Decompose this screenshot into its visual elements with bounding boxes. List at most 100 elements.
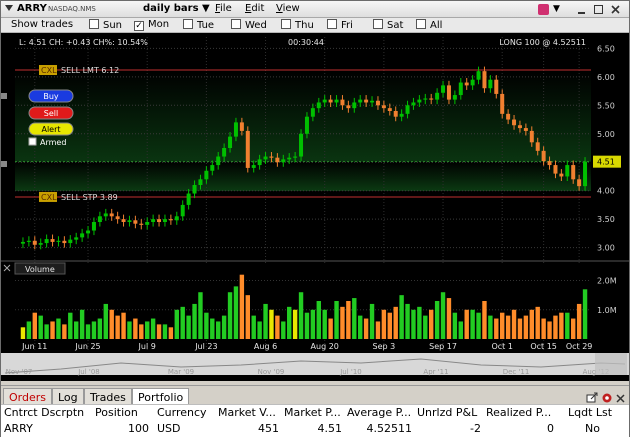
column-header[interactable]: Cntrct Dscrptn [4, 406, 84, 419]
bar-type-dropdown[interactable]: daily bars ▼ [143, 3, 210, 14]
price-chart[interactable]: 6.506.005.505.004.504.003.503.00CXLSELL … [1, 33, 629, 381]
vol-tick-label: 2.0M [597, 277, 617, 286]
day-checkbox-wed[interactable]: Wed [231, 19, 267, 31]
navigator-handle[interactable] [595, 353, 627, 375]
column-header[interactable]: Market V... [218, 406, 276, 419]
volume-bar [399, 295, 404, 339]
column-header[interactable]: Unrlzd P&L [417, 406, 477, 419]
column-header[interactable]: Realized P... [486, 406, 551, 419]
candle [352, 102, 357, 109]
day-checkbox-sun[interactable]: Sun [89, 19, 122, 31]
x-tick-label: Jul 9 [138, 342, 156, 351]
volume-bar [369, 303, 375, 339]
column-header[interactable]: Lqdt Lst [568, 406, 612, 419]
checkbox-icon[interactable] [89, 19, 99, 29]
day-checkbox-sat[interactable]: Sat [373, 19, 403, 31]
candle [500, 93, 505, 114]
candle [151, 219, 156, 222]
window-icon[interactable] [4, 3, 14, 16]
candle [405, 105, 410, 114]
column-header[interactable]: Currency [157, 406, 207, 419]
volume-bar [334, 301, 339, 339]
candle [269, 156, 274, 158]
candle [91, 222, 96, 231]
candle [115, 216, 120, 220]
checkbox-icon[interactable] [327, 19, 337, 29]
checkbox-icon[interactable]: ✓ [134, 21, 144, 31]
candle [370, 100, 375, 103]
candle [375, 100, 380, 106]
symbol-label[interactable]: ARRY [17, 3, 47, 14]
y-tick-label: 3.00 [597, 244, 615, 253]
link-dropdown-icon[interactable]: ▼ [553, 4, 564, 15]
candle [145, 222, 150, 225]
volume-bar [245, 295, 250, 339]
checkbox-icon[interactable] [281, 19, 291, 29]
table-row[interactable]: ARRY 100 USD 451 4.51 4.52511 -2 0 No [1, 421, 629, 437]
volume-bar [470, 309, 475, 339]
candle [222, 148, 227, 157]
chart-area[interactable]: 6.506.005.505.004.504.003.503.00CXLSELL … [1, 33, 629, 381]
left-handle-icon[interactable] [1, 161, 7, 167]
day-checkbox-mon[interactable]: ✓ Mon [134, 19, 169, 31]
column-header[interactable]: Position [95, 406, 138, 419]
volume-bar [363, 318, 369, 339]
candle [275, 157, 280, 163]
day-checkbox-all[interactable]: All [416, 19, 442, 31]
position-band [15, 161, 591, 191]
volume-bar [541, 318, 546, 339]
menu-edit[interactable]: Edit [245, 3, 264, 14]
volume-bar [139, 324, 144, 339]
candle [328, 99, 333, 103]
candle [56, 240, 61, 242]
column-header[interactable]: Average P... [347, 406, 411, 419]
candle [26, 240, 31, 242]
vol-tick-label: 1.0M [597, 306, 617, 315]
y-tick-label: 6.00 [597, 73, 615, 82]
candle [228, 136, 233, 148]
candle [293, 156, 298, 158]
left-handle-icon[interactable] [1, 93, 7, 99]
tab-log[interactable]: Log [52, 388, 84, 405]
link-color-icon[interactable] [538, 4, 549, 15]
checkbox-icon[interactable] [183, 19, 193, 29]
candle [287, 157, 292, 160]
table-cell: 451 [258, 422, 279, 435]
volume-bar [251, 315, 256, 339]
maximize-icon[interactable] [593, 4, 604, 15]
volume-bar [429, 309, 434, 339]
candle [263, 156, 268, 160]
exchange-label: NASDAQ.NMS [48, 5, 96, 13]
tab-portfolio[interactable]: Portfolio [132, 388, 190, 405]
volume-bar [150, 318, 156, 339]
volume-bar [26, 321, 32, 339]
tab-orders[interactable]: Orders [3, 388, 52, 405]
volume-bar [216, 321, 221, 339]
close-icon[interactable] [610, 4, 621, 15]
close-panel-icon[interactable] [3, 264, 11, 272]
column-header[interactable]: Market P... [284, 406, 341, 419]
candle [364, 99, 369, 103]
volume-bar [517, 318, 523, 339]
candle [565, 165, 570, 177]
volume-bar [547, 321, 552, 339]
volume-bar [476, 312, 481, 339]
armed-checkbox[interactable] [28, 137, 37, 146]
candle [251, 165, 256, 168]
checkbox-icon[interactable] [373, 19, 383, 29]
menu-view[interactable]: View [276, 3, 300, 14]
volume-bar [62, 324, 67, 339]
volume-bar [198, 292, 203, 339]
day-checkbox-tue[interactable]: Tue [183, 19, 214, 31]
menu-file[interactable]: File [215, 3, 232, 14]
sell-button-label: Sell [44, 109, 58, 118]
x-tick-label: Aug 6 [254, 342, 277, 351]
minimize-icon[interactable] [576, 4, 587, 15]
checkbox-icon[interactable] [416, 19, 426, 29]
x-tick-label: Jun 25 [74, 342, 100, 351]
checkbox-icon[interactable] [231, 19, 241, 29]
day-checkbox-thu[interactable]: Thu [281, 19, 314, 31]
day-checkbox-fri[interactable]: Fri [327, 19, 353, 31]
candle [322, 99, 327, 103]
tab-trades[interactable]: Trades [84, 388, 132, 405]
